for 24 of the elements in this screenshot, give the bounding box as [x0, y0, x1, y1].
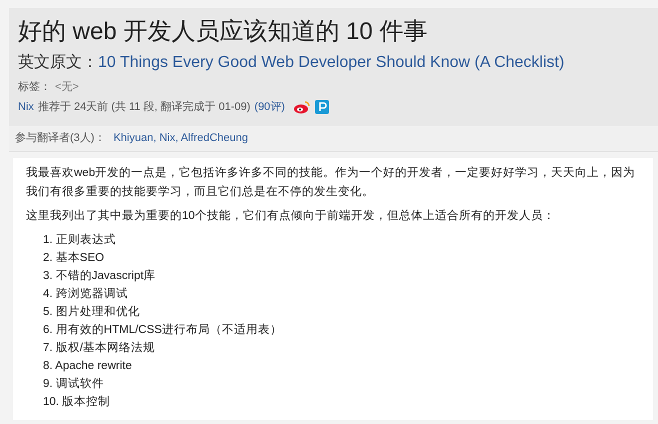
article-paragraph: 这里我列出了其中最为重要的10个技能，它们有点倾向于前端开发，但总体上适合所有的开发人员：: [26, 208, 556, 224]
translators-label: 参与翻译者(3人)：: [15, 131, 106, 146]
original-label: 英文原文：: [18, 52, 98, 73]
share-icon[interactable]: [314, 100, 329, 114]
tags-value: <无>: [55, 80, 79, 95]
list-item: 4. 跨浏览器调试: [43, 286, 129, 302]
list-item: 5. 图片处理和优化: [43, 304, 141, 320]
author-link[interactable]: Nix: [18, 98, 34, 116]
original-link[interactable]: 10 Things Every Good Web Developer Should Know (A Checklist): [98, 50, 564, 76]
list-item: 10. 版本控制: [43, 394, 112, 410]
article-paragraph: 我最喜欢web开发的一点是，它包括许多许多不同的技能。作为一个好的开发者，一定要好好学习，天天向上，因为我们有很多重要的技能要学习，而且它们总是在不停的发生变化。: [26, 165, 636, 200]
list-item: 2. 基本SEO: [43, 250, 106, 266]
list-item: 9. 调试软件: [43, 376, 105, 392]
translators-link[interactable]: Khiyuan, Nix, AlfredCheung: [113, 130, 248, 147]
meta-text: 推荐于 24天前 (共 11 段, 翻译完成于 01-09): [38, 100, 250, 115]
article-title: 好的 web 开发人员应该知道的 10 件事: [18, 17, 428, 47]
comments-link[interactable]: (90评): [254, 98, 285, 116]
weibo-icon[interactable]: [292, 100, 311, 114]
tags-label: 标签：: [18, 80, 51, 95]
list-item: 7. 版权/基本网络法规: [43, 340, 156, 356]
list-item: 1. 正则表达式: [43, 232, 117, 248]
list-item: 6. 用有效的HTML/CSS进行布局（不适用表）: [43, 322, 283, 338]
list-item: 8. Apache rewrite: [43, 359, 133, 374]
list-item: 3. 不错的Javascript库: [43, 268, 157, 284]
